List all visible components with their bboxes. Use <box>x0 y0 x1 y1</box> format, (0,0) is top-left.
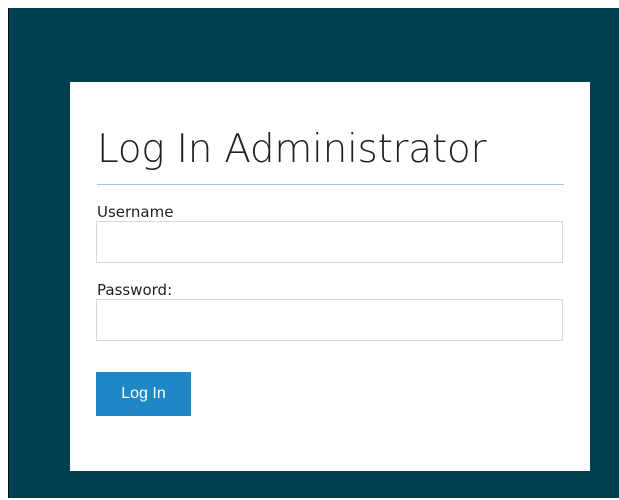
title-divider <box>97 184 564 185</box>
username-field[interactable] <box>96 221 563 263</box>
username-label: Username <box>97 203 174 221</box>
page-title: Log In Administrator <box>97 127 487 172</box>
login-panel: Log In Administrator Username Password: … <box>70 82 590 471</box>
password-label: Password: <box>97 281 173 299</box>
password-field[interactable] <box>96 299 563 341</box>
login-page-background: Log In Administrator Username Password: … <box>9 8 619 498</box>
login-button[interactable]: Log In <box>96 372 191 416</box>
